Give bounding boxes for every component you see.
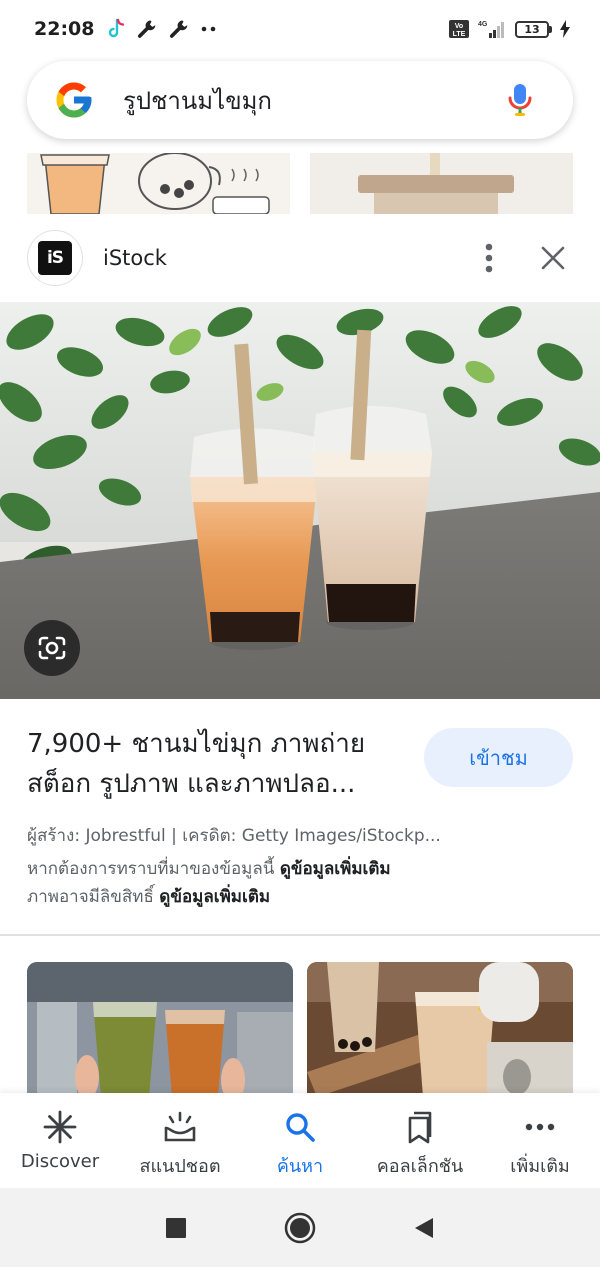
tiktok-icon xyxy=(109,18,125,38)
copyright-text: ภาพอาจมีลิขสิทธิ์ xyxy=(27,887,154,907)
wrench-icon xyxy=(170,20,188,38)
copyright-learn-more-link[interactable]: ดูข้อมูลเพิ่มเติม xyxy=(159,887,270,907)
svg-text:LTE: LTE xyxy=(453,31,466,38)
close-button[interactable] xyxy=(533,238,573,278)
source-row: iS iStock xyxy=(27,229,573,287)
source-logo[interactable]: iS xyxy=(27,230,83,286)
result-title[interactable]: 7,900+ ชานมไข่มุก ภาพถ่าย สต็อก รูปภาพ แ… xyxy=(27,724,407,804)
nav-discover[interactable]: Discover xyxy=(0,1093,120,1188)
search-bar[interactable]: รูปชานมไขมุก xyxy=(27,61,573,139)
related-image[interactable] xyxy=(27,962,293,1097)
recents-button[interactable] xyxy=(114,1217,238,1238)
nav-discover-label: Discover xyxy=(20,1151,100,1172)
system-navigation-bar xyxy=(0,1188,600,1267)
visit-button[interactable]: เข้าชม xyxy=(424,728,573,787)
nav-snapshot[interactable]: สแนปชอต xyxy=(120,1093,240,1188)
close-icon xyxy=(541,246,565,270)
result-copyright-line: ภาพอาจมีลิขสิทธิ์ ดูข้อมูลเพิ่มเติม xyxy=(27,883,587,910)
home-button[interactable] xyxy=(238,1212,362,1244)
status-bar: 22:08 Vo LTE 4G 13 xyxy=(0,0,600,58)
section-divider xyxy=(0,934,600,936)
previous-results-strip xyxy=(0,153,600,214)
search-query[interactable]: รูปชานมไขมุก xyxy=(123,81,507,120)
google-lens-button[interactable] xyxy=(24,620,80,676)
result-credit: ผู้สร้าง: Jobrestful | เครดิต: Getty Ima… xyxy=(27,826,441,846)
nav-snapshot-label: สแนปชอต xyxy=(139,1156,221,1177)
wrench-icon xyxy=(138,20,156,38)
nav-collections[interactable]: คอลเล็กชัน xyxy=(360,1093,480,1188)
nav-search-label: ค้นหา xyxy=(276,1156,324,1177)
more-options-button[interactable] xyxy=(469,238,509,278)
battery-icon: 13 xyxy=(515,20,552,38)
info-learn-more-link[interactable]: ดูข้อมูลเพิ่มเติม xyxy=(280,859,391,879)
info-text: หากต้องการทราบที่มาของข้อมูลนี้ xyxy=(27,859,275,879)
nav-more-label: เพิ่มเติม xyxy=(510,1156,570,1177)
status-notification-icons xyxy=(106,18,218,40)
lens-icon xyxy=(38,636,66,660)
more-notifications-icon xyxy=(202,26,216,32)
nav-search[interactable]: ค้นหา xyxy=(240,1093,360,1188)
microphone-icon[interactable] xyxy=(507,82,533,118)
snapshot-icon xyxy=(164,1111,196,1142)
collections-icon xyxy=(408,1111,432,1144)
more-horizontal-icon xyxy=(525,1123,555,1131)
related-image[interactable] xyxy=(307,962,573,1097)
bottom-navigation: Discover สแนปชอต ค้นหา คอลเล็กชัน เพิ่มเ… xyxy=(0,1093,600,1188)
svg-text:4G: 4G xyxy=(478,21,488,28)
back-button[interactable] xyxy=(362,1217,486,1239)
svg-text:Vo: Vo xyxy=(455,23,463,30)
status-time: 22:08 xyxy=(34,18,95,40)
nav-collections-label: คอลเล็กชัน xyxy=(376,1156,464,1177)
asterisk-icon xyxy=(43,1110,77,1144)
source-name[interactable]: iStock xyxy=(103,246,167,270)
result-title-line1[interactable]: 7,900+ ชานมไข่มุก ภาพถ่าย xyxy=(27,724,407,764)
back-triangle-icon xyxy=(415,1217,433,1238)
volte-icon: Vo LTE xyxy=(449,20,469,38)
square-icon xyxy=(166,1217,186,1238)
search-icon xyxy=(286,1113,315,1142)
previous-result-image[interactable] xyxy=(310,153,573,214)
signal-icon: 4G xyxy=(478,21,504,38)
more-vertical-icon xyxy=(485,243,493,273)
result-info-line: หากต้องการทราบที่มาของข้อมูลนี้ ดูข้อมูล… xyxy=(27,855,587,882)
home-circle-icon xyxy=(284,1212,316,1243)
status-system-icons: Vo LTE 4G 13 xyxy=(449,19,570,39)
charging-bolt-icon xyxy=(560,20,570,38)
battery-level: 13 xyxy=(515,20,549,38)
google-logo-icon xyxy=(56,82,92,118)
main-result-image[interactable] xyxy=(0,302,600,699)
nav-more[interactable]: เพิ่มเติม xyxy=(480,1093,600,1188)
istock-logo-icon: iS xyxy=(38,241,72,275)
result-title-line2[interactable]: สต็อก รูปภาพ และภาพปลอ... xyxy=(27,764,407,804)
previous-result-image[interactable] xyxy=(27,153,290,214)
